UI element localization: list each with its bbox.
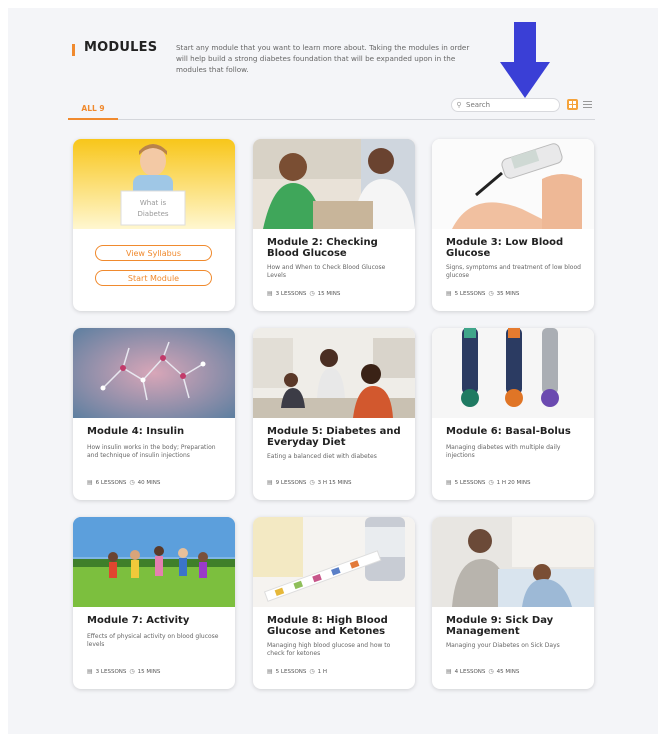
lesson-count: 5 LESSONS	[275, 668, 307, 675]
book-icon: ▤	[87, 668, 93, 675]
module-meta: ▤ 5 LESSONS ◷ 35 MINS	[446, 290, 519, 297]
module-card-5[interactable]: Module 5: Diabetes and Everyday Diet Eat…	[253, 328, 415, 500]
duration: 3 H 15 MINS	[317, 479, 352, 486]
title-accent-bar	[72, 44, 75, 56]
module-card-1[interactable]: What is Diabetes View Syllabus Start Mod…	[73, 139, 235, 311]
module-9-image	[432, 517, 594, 607]
module-7-image	[73, 517, 235, 607]
lesson-count: 9 LESSONS	[275, 479, 307, 486]
book-icon: ▤	[267, 668, 273, 675]
module-meta: ▤ 3 LESSONS ◷ 15 MINS	[267, 290, 340, 297]
grid-view-icon[interactable]	[567, 99, 578, 110]
clock-icon: ◷	[488, 668, 494, 675]
duration: 35 MINS	[496, 290, 520, 297]
view-syllabus-button[interactable]: View Syllabus	[95, 245, 212, 261]
module-8-image	[253, 517, 415, 607]
module-title: Module 2: Checking Blood Glucose	[267, 237, 378, 259]
module-meta: ▤ 5 LESSONS ◷ 1 H	[267, 668, 327, 675]
lesson-count: 6 LESSONS	[95, 479, 127, 486]
module-card-3[interactable]: Module 3: Low Blood Glucose Signs, sympt…	[432, 139, 594, 311]
list-view-icon[interactable]	[582, 99, 593, 110]
start-module-button[interactable]: Start Module	[95, 270, 212, 286]
clock-icon: ◷	[309, 479, 315, 486]
lesson-count: 4 LESSONS	[454, 668, 486, 675]
duration: 15 MINS	[137, 668, 161, 675]
duration: 1 H	[317, 668, 328, 675]
module-card-9[interactable]: Module 9: Sick Day Management Managing y…	[432, 517, 594, 689]
duration: 40 MINS	[137, 479, 161, 486]
module-5-image	[253, 328, 415, 418]
module-meta: ▤ 6 LESSONS ◷ 40 MINS	[87, 479, 160, 486]
filter-bar: ALL 9 ⚲	[68, 96, 595, 121]
module-meta: ▤ 5 LESSONS ◷ 1 H 20 MINS	[446, 479, 531, 486]
book-icon: ▤	[87, 479, 93, 486]
module-title: Module 7: Activity	[87, 615, 190, 626]
search-icon: ⚲	[456, 101, 462, 109]
module-title: Module 5: Diabetes and Everyday Diet	[267, 426, 401, 448]
module-description: Signs, symptoms and treatment of low blo…	[446, 264, 581, 279]
lesson-count: 5 LESSONS	[454, 290, 486, 297]
duration: 45 MINS	[496, 668, 520, 675]
module-description: Effects of physical activity on blood gl…	[87, 633, 219, 648]
module-description: How insulin works in the body; Preparati…	[87, 444, 216, 459]
module-card-7[interactable]: Module 7: Activity Effects of physical a…	[73, 517, 235, 689]
book-icon: ▤	[267, 290, 273, 297]
sign-line-2: Diabetes	[137, 210, 168, 218]
clock-icon: ◷	[488, 479, 494, 486]
module-description: Managing diabetes with multiple daily in…	[446, 444, 561, 459]
module-description: How and When to Check Blood Glucose Leve…	[267, 264, 386, 279]
module-3-image	[432, 139, 594, 229]
module-meta: ▤ 4 LESSONS ◷ 45 MINS	[446, 668, 519, 675]
clock-icon: ◷	[309, 290, 315, 297]
duration: 15 MINS	[317, 290, 341, 297]
clock-icon: ◷	[488, 290, 494, 297]
module-title: Module 6: Basal-Bolus	[446, 426, 571, 437]
book-icon: ▤	[267, 479, 273, 486]
book-icon: ▤	[446, 668, 452, 675]
module-description: Eating a balanced diet with diabetes	[267, 453, 377, 460]
page-title: MODULES	[84, 40, 158, 55]
module-title: Module 4: Insulin	[87, 426, 185, 437]
module-title: Module 9: Sick Day Management	[446, 615, 554, 637]
module-card-2[interactable]: Module 2: Checking Blood Glucose How and…	[253, 139, 415, 311]
sign-line-1: What is	[140, 199, 167, 207]
module-4-image	[73, 328, 235, 418]
module-1-image: What is Diabetes	[73, 139, 235, 229]
filter-divider	[118, 119, 595, 120]
duration: 1 H 20 MINS	[496, 479, 531, 486]
module-title: Module 8: High Blood Glucose and Ketones	[267, 615, 388, 637]
clock-icon: ◷	[129, 668, 135, 675]
clock-icon: ◷	[309, 668, 315, 675]
down-arrow-icon	[500, 22, 550, 98]
search-box[interactable]: ⚲	[451, 98, 560, 112]
module-card-4[interactable]: Module 4: Insulin How insulin works in t…	[73, 328, 235, 500]
module-card-8[interactable]: Module 8: High Blood Glucose and Ketones…	[253, 517, 415, 689]
intro-text: Start any module that you want to learn …	[176, 43, 470, 74]
module-6-image	[432, 328, 594, 418]
lesson-count: 3 LESSONS	[275, 290, 307, 297]
module-title: Module 3: Low Blood Glucose	[446, 237, 564, 259]
module-description: Managing high blood glucose and how to c…	[267, 642, 391, 657]
lesson-count: 3 LESSONS	[95, 668, 127, 675]
module-meta: ▤ 9 LESSONS ◷ 3 H 15 MINS	[267, 479, 352, 486]
lesson-count: 5 LESSONS	[454, 479, 486, 486]
module-card-6[interactable]: Module 6: Basal-Bolus Managing diabetes …	[432, 328, 594, 500]
book-icon: ▤	[446, 290, 452, 297]
module-description: Managing your Diabetes on Sick Days	[446, 642, 560, 649]
search-input[interactable]	[466, 101, 551, 109]
tab-all-underline	[68, 118, 118, 120]
clock-icon: ◷	[129, 479, 135, 486]
module-2-image	[253, 139, 415, 229]
module-meta: ▤ 3 LESSONS ◷ 15 MINS	[87, 668, 160, 675]
book-icon: ▤	[446, 479, 452, 486]
